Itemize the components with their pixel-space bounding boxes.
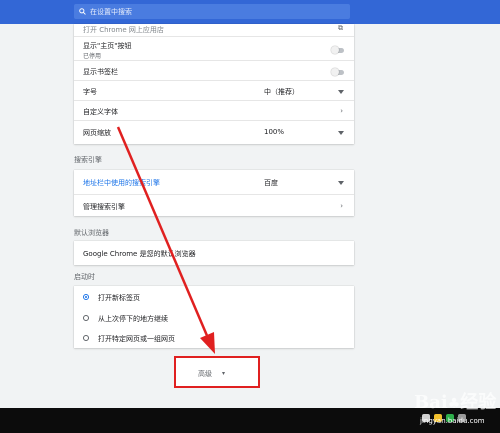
watermark-url: jingyan.baidu.com (420, 417, 485, 425)
annotation-arrow (116, 126, 215, 354)
baidu-watermark-logo: Bai♣经验 (414, 392, 497, 413)
